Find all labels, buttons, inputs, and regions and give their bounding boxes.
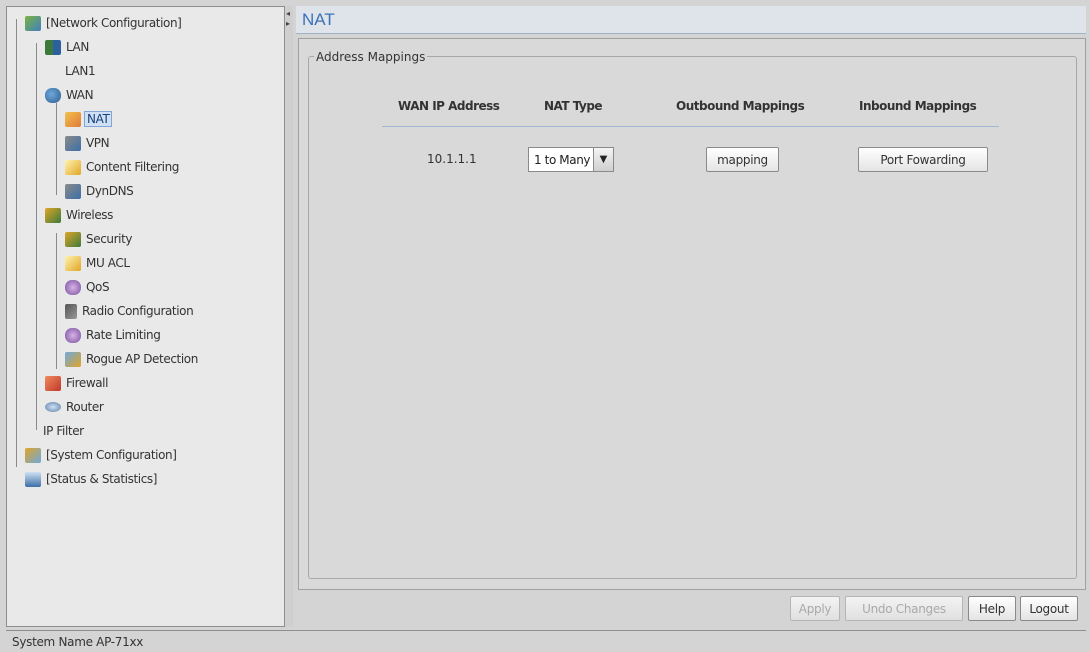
tree-item-content-filtering[interactable]: Content Filtering: [65, 156, 181, 178]
tree-item-label: [System Configuration]: [46, 448, 177, 462]
header-divider: [382, 126, 999, 127]
security-icon: [65, 231, 81, 247]
tree-item-status-statistics[interactable]: [Status & Statistics]: [25, 468, 159, 490]
tree-item-label: MU ACL: [86, 256, 130, 270]
tree-item-ip-filter[interactable]: IP Filter: [41, 420, 86, 442]
tree-item-rate-limiting[interactable]: Rate Limiting: [65, 324, 162, 346]
tree-item-label: WAN: [66, 88, 94, 102]
wan-ip-value: 10.1.1.1: [427, 152, 477, 166]
tree-item-label: [Network Configuration]: [46, 16, 182, 30]
tree-connector: [16, 19, 17, 467]
lan-icon: [45, 39, 61, 55]
rogue-icon: [65, 351, 81, 367]
dyndns-icon: [65, 183, 81, 199]
tree-item-label: Wireless: [66, 208, 114, 222]
nat-type-dropdown[interactable]: 1 to Many ▼: [528, 147, 614, 172]
tree-item-label: DynDNS: [86, 184, 134, 198]
qos-icon: [65, 279, 81, 295]
tree-item-mu-acl[interactable]: MU ACL: [65, 252, 132, 274]
page-title: NAT: [302, 10, 335, 29]
tree-item-label: QoS: [86, 280, 110, 294]
tree-item-radio-configuration[interactable]: Radio Configuration: [65, 300, 195, 322]
tree-item-label: Rogue AP Detection: [86, 352, 198, 366]
rate-icon: [65, 327, 81, 343]
column-header-inbound: Inbound Mappings: [859, 99, 977, 113]
column-header-wan-ip: WAN IP Address: [398, 99, 500, 113]
radio-icon: [65, 303, 77, 319]
tree-item-label: Radio Configuration: [82, 304, 194, 318]
port-forwarding-button[interactable]: Port Fowarding: [858, 147, 988, 172]
tree-connector: [56, 103, 57, 195]
tree-item-lan1[interactable]: LAN1: [63, 60, 97, 82]
nat-type-selected-value: 1 to Many: [534, 152, 591, 167]
tree-connector: [56, 233, 57, 369]
tree-item-label: Content Filtering: [86, 160, 180, 174]
column-header-nat-type: NAT Type: [544, 99, 603, 113]
tree-item-system-configuration[interactable]: [System Configuration]: [25, 444, 179, 466]
router-icon: [45, 402, 61, 412]
tree-item-label: Router: [66, 400, 104, 414]
tree-item-wireless[interactable]: Wireless: [45, 204, 115, 226]
acl-icon: [65, 255, 81, 271]
nat-screen: [Network Configuration] LAN LAN1 WAN NAT…: [0, 0, 1090, 652]
tree-item-router[interactable]: Router: [45, 396, 105, 418]
column-header-outbound: Outbound Mappings: [676, 99, 805, 113]
collapse-left-icon[interactable]: ◂: [286, 10, 290, 18]
tree-item-label: LAN1: [65, 64, 96, 78]
logout-button[interactable]: Logout: [1020, 596, 1078, 621]
nat-icon: [65, 111, 81, 127]
chevron-down-icon[interactable]: ▼: [593, 148, 613, 171]
tree-item-label: Firewall: [66, 376, 109, 390]
filter-icon: [65, 159, 81, 175]
firewall-icon: [45, 375, 61, 391]
split-divider[interactable]: ◂ ▸: [285, 6, 293, 627]
tree-item-label: Rate Limiting: [86, 328, 161, 342]
help-button[interactable]: Help: [968, 596, 1016, 621]
address-mappings-group: [308, 56, 1077, 579]
system-config-icon: [25, 447, 41, 463]
tree-item-nat[interactable]: NAT: [65, 108, 113, 130]
outbound-mapping-button[interactable]: mapping: [706, 147, 779, 172]
tree-item-label: LAN: [66, 40, 89, 54]
tree-item-qos[interactable]: QoS: [65, 276, 111, 298]
tree-item-label: IP Filter: [43, 424, 84, 438]
tree-item-dyndns[interactable]: DynDNS: [65, 180, 135, 202]
tree-item-network-configuration[interactable]: [Network Configuration]: [25, 12, 183, 34]
tree-item-security[interactable]: Security: [65, 228, 134, 250]
tree-item-rogue-ap-detection[interactable]: Rogue AP Detection: [65, 348, 200, 370]
tree-item-firewall[interactable]: Firewall: [45, 372, 110, 394]
undo-changes-button[interactable]: Undo Changes: [845, 596, 963, 621]
system-name-text: System Name AP-71xx: [12, 634, 144, 649]
collapse-right-icon[interactable]: ▸: [286, 20, 290, 28]
wan-icon: [45, 87, 61, 103]
status-icon: [25, 471, 41, 487]
page-header: NAT: [296, 6, 1086, 34]
wireless-icon: [45, 207, 61, 223]
vpn-icon: [65, 135, 81, 151]
tree-item-vpn[interactable]: VPN: [65, 132, 111, 154]
tree-item-label: NAT: [84, 111, 113, 127]
tree-item-lan[interactable]: LAN: [45, 36, 91, 58]
tree-item-wan[interactable]: WAN: [45, 84, 95, 106]
apply-button[interactable]: Apply: [790, 596, 840, 621]
address-mappings-legend: Address Mappings: [314, 50, 428, 64]
tree-item-label: [Status & Statistics]: [46, 472, 158, 486]
tree-connector: [36, 43, 37, 430]
status-bar: System Name AP-71xx: [6, 630, 1086, 652]
tree-item-label: Security: [86, 232, 133, 246]
tree-item-label: VPN: [86, 136, 110, 150]
navigation-tree: [Network Configuration] LAN LAN1 WAN NAT…: [6, 6, 285, 627]
network-config-icon: [25, 15, 41, 31]
